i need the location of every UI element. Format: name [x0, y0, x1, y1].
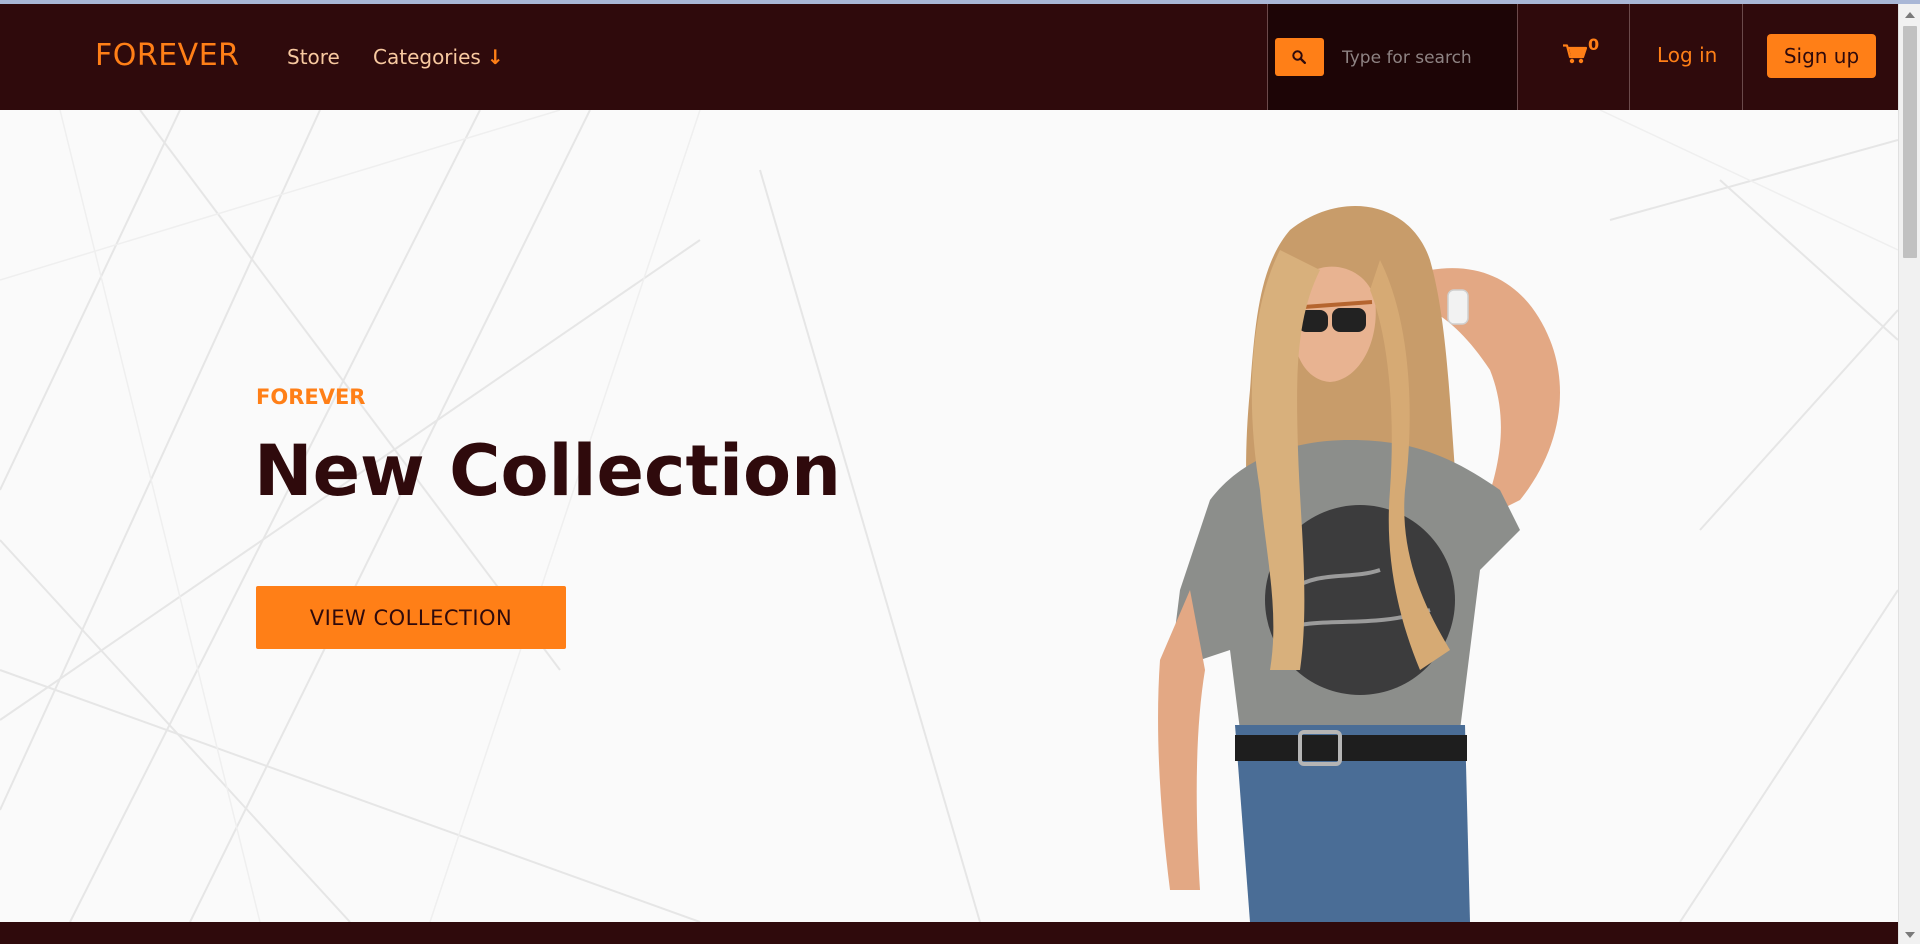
cart-icon	[1563, 44, 1587, 64]
hero-kicker: FOREVER	[256, 385, 366, 409]
nav-link-store[interactable]: Store	[287, 45, 340, 69]
cart-count-badge: 0	[1588, 35, 1600, 54]
search-input[interactable]	[1340, 40, 1510, 76]
view-collection-button[interactable]: VIEW COLLECTION	[256, 586, 566, 649]
arrow-down-icon: ↓	[486, 45, 504, 69]
page-scrollbar[interactable]	[1898, 4, 1920, 944]
navbar: FOREVER Store Categories↓ 0 Log in Sign …	[0, 4, 1898, 110]
brand-logo[interactable]: FOREVER	[95, 38, 240, 73]
login-cell: Log in	[1630, 4, 1743, 110]
search-button[interactable]	[1275, 38, 1324, 76]
scroll-up-icon[interactable]	[1905, 12, 1915, 18]
nav-link-categories[interactable]: Categories ↓	[373, 45, 504, 69]
hero-banner: FOREVER New Collection VIEW COLLECTION	[0, 110, 1898, 922]
hero-model-photo	[1158, 206, 1560, 922]
search-box	[1267, 4, 1518, 110]
scroll-down-icon[interactable]	[1905, 932, 1915, 938]
cart-button[interactable]: 0	[1518, 4, 1630, 110]
scroll-thumb[interactable]	[1903, 26, 1917, 258]
nav-link-categories-label: Categories	[373, 45, 481, 69]
footer-bar-edge	[0, 922, 1898, 944]
hero-title: New Collection	[254, 430, 841, 512]
login-link[interactable]: Log in	[1657, 43, 1717, 67]
search-icon	[1292, 50, 1306, 64]
signup-button[interactable]: Sign up	[1767, 34, 1876, 78]
